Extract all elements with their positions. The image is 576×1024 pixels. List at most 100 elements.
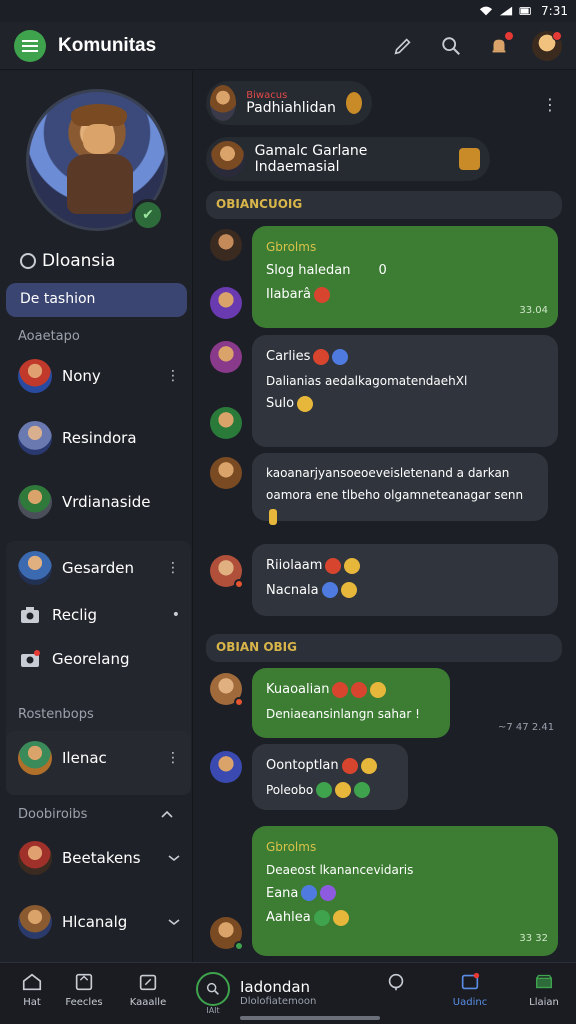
pen-icon: [394, 37, 411, 54]
message-time: ~7 47 2.41: [498, 722, 555, 733]
nav-feed[interactable]: Feecles: [54, 971, 114, 1008]
avatar: [18, 741, 52, 775]
avatar[interactable]: [210, 751, 242, 783]
date-divider: OBIAN OBIG: [206, 634, 562, 662]
chevron-down-icon[interactable]: [168, 854, 180, 862]
emoji-icon: [335, 782, 352, 799]
nav-chat[interactable]: [366, 971, 426, 993]
nav-home[interactable]: Hat: [2, 971, 62, 1008]
emoji-icon: [313, 286, 330, 303]
feed-icon: [75, 973, 93, 991]
avatar[interactable]: [210, 555, 244, 589]
sidebar-item-4[interactable]: Gesarden ⋮: [18, 551, 180, 585]
menu-button[interactable]: [14, 29, 46, 62]
more-icon[interactable]: ⋮: [166, 368, 180, 384]
more-icon[interactable]: •: [172, 607, 180, 623]
nav-calendar[interactable]: Kaaalle: [118, 971, 178, 1008]
camera-alert-icon: [18, 647, 42, 671]
sidebar: ✔ Dloansia De tashion Aoaetapo Nony ⋮ Re…: [0, 71, 193, 962]
emoji-icon: [344, 557, 361, 574]
sidebar-item-5[interactable]: Reclig •: [18, 603, 180, 627]
wallet-icon: [535, 974, 553, 989]
menu-icon: [22, 39, 38, 52]
wifi-icon: [479, 6, 493, 16]
avatar[interactable]: [210, 407, 242, 439]
camera-icon: [18, 603, 42, 627]
emoji-icon: [325, 557, 342, 574]
sidebar-item-2[interactable]: Resindora: [18, 421, 180, 455]
sidebar-item-active[interactable]: De tashion: [6, 283, 187, 317]
message-time: 33 32: [519, 933, 548, 944]
sidebar-item-9[interactable]: Hlcanalg: [18, 905, 180, 939]
nav-wallet[interactable]: Llaian: [514, 971, 574, 1008]
emoji-icon: [332, 348, 349, 365]
emoji-icon: [458, 148, 480, 170]
emoji-icon: [321, 582, 338, 599]
status-dot: [234, 579, 244, 589]
avatar[interactable]: [210, 673, 244, 707]
chat-panel: Biwacus Padhiahlidan ⋮ Gamalc Garlane In…: [194, 71, 576, 962]
message-bubble[interactable]: Gbrolms Slog haledan 0 Ilabarâ 33.04: [252, 226, 558, 328]
home-indicator: [240, 1016, 380, 1020]
emoji-icon: [316, 782, 333, 799]
message-sender: Gbrolms: [266, 840, 317, 854]
bottom-nav: Hat Feecles Kaaalle IAIt Iadondan Dlolof…: [0, 962, 576, 1024]
section-label: Rostenbops: [18, 707, 94, 722]
pinned-chat-2[interactable]: Gamalc Garlane Indaemasial: [206, 137, 490, 181]
emoji-icon: [351, 681, 368, 698]
more-icon[interactable]: ⋮: [166, 750, 180, 766]
emoji-icon: [301, 885, 318, 902]
sidebar-item-7[interactable]: Ilenac ⋮: [18, 741, 180, 775]
signal-icon: [499, 6, 513, 16]
nav-search[interactable]: IAIt Iadondan Dlolofiatemoon: [196, 969, 386, 1017]
message-bubble[interactable]: Kuaoalian Deniaeansinlangn sahar !: [252, 668, 450, 738]
home-icon: [22, 973, 42, 991]
status-time: 7:31: [541, 4, 568, 18]
avatar[interactable]: [210, 457, 242, 489]
avatar[interactable]: [210, 287, 242, 319]
avatar-badge: [552, 30, 562, 41]
emoji-icon: [354, 782, 371, 799]
more-icon[interactable]: ⋮: [166, 560, 180, 576]
message-bubble[interactable]: Oontoptlan Poleobo: [252, 744, 408, 810]
compose-button[interactable]: [388, 31, 418, 61]
message-bubble[interactable]: Riiolaam Nacnala: [252, 544, 558, 616]
section-label: Doobiroibs: [18, 807, 88, 822]
chevron-up-icon[interactable]: [160, 809, 174, 819]
chevron-down-icon[interactable]: [168, 918, 180, 926]
emoji-icon: [297, 395, 314, 412]
message-avatar: [210, 229, 242, 261]
search-button[interactable]: [436, 31, 466, 61]
avatar[interactable]: [210, 917, 244, 951]
pinned-chat-1[interactable]: Biwacus Padhiahlidan: [206, 81, 372, 125]
search-icon: [196, 971, 230, 1006]
avatar: [18, 905, 52, 939]
emoji-icon: [332, 681, 349, 698]
avatar: [210, 141, 245, 177]
sidebar-item-1[interactable]: Nony ⋮: [18, 359, 180, 393]
avatar[interactable]: [210, 229, 242, 261]
app-title: Komunitas: [58, 34, 157, 56]
emoji-icon: [370, 681, 387, 698]
message-bubble[interactable]: Gbrolms Deaeost lkanancevidaris Eana Aah…: [252, 826, 558, 956]
nav-messages[interactable]: Uadinc: [440, 971, 500, 1008]
more-options-icon[interactable]: ⋮: [542, 95, 558, 114]
sidebar-item-6[interactable]: Georelang: [18, 647, 180, 671]
user-avatar[interactable]: [532, 30, 562, 61]
status-ring-icon: [20, 253, 36, 269]
avatar: [18, 551, 52, 585]
avatar[interactable]: [210, 341, 242, 373]
sidebar-item-8[interactable]: Beetakens: [18, 841, 180, 875]
sidebar-item-3[interactable]: Vrdianaside: [18, 485, 180, 519]
avatar: [210, 85, 237, 121]
status-dot: [234, 697, 244, 707]
message-bubble[interactable]: Carlies Dalianias aedalkagomatendaehXl S…: [252, 335, 558, 447]
notifications-button[interactable]: [484, 30, 514, 61]
emoji-icon: [340, 582, 357, 599]
avatar: [18, 359, 52, 393]
calendar-icon: [139, 974, 157, 991]
verified-icon: ✔: [132, 199, 164, 231]
emoji-icon: [313, 909, 330, 926]
message-bubble[interactable]: kaoanarjyansoeoeveisletenand a darkan oa…: [252, 453, 548, 525]
emoji-icon: [332, 909, 349, 926]
